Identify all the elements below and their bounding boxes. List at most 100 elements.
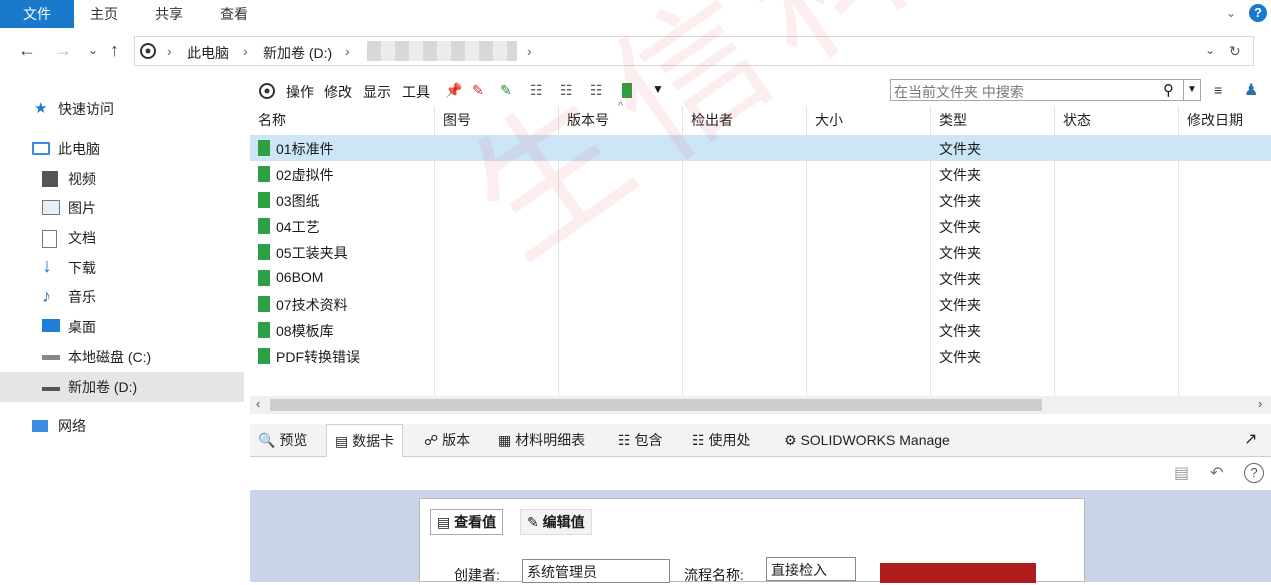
creator-field[interactable]: 系统管理员 <box>522 559 670 583</box>
help-icon[interactable]: ? <box>1249 4 1267 22</box>
recent-chevron-icon[interactable]: ⌄ <box>88 40 98 60</box>
check-out-icon[interactable]: ✎ <box>500 82 512 99</box>
computer-icon <box>32 142 50 155</box>
column-header-version[interactable]: 版本号 <box>567 106 609 134</box>
help-icon[interactable]: ? <box>1244 463 1264 483</box>
file-history-icon[interactable]: ☷ <box>590 82 603 99</box>
more-dropdown-icon[interactable]: ▼ <box>652 82 664 96</box>
tab-where-used[interactable]: ☷ 使用处 <box>692 424 750 456</box>
tab-bill-of-materials[interactable]: ▦ 材料明细表 <box>498 424 585 456</box>
search-placeholder: 在当前文件夹 中搜索 <box>894 84 1024 100</box>
data-card-icon: ▤ <box>335 433 349 449</box>
table-row[interactable]: 01标准件 文件夹 <box>250 135 1271 161</box>
vault-icon[interactable] <box>258 82 276 100</box>
search-file-icon[interactable]: ☷ <box>560 82 573 99</box>
scrollbar-thumb[interactable] <box>270 399 1042 411</box>
column-header-state[interactable]: 状态 <box>1063 106 1091 134</box>
document-icon <box>42 230 57 248</box>
picture-icon <box>42 200 60 215</box>
scroll-right-icon[interactable]: › <box>1258 396 1262 411</box>
workflow-field[interactable]: 直接检入 <box>766 557 856 581</box>
folder-icon <box>258 296 270 312</box>
table-icon: ▦ <box>498 432 512 448</box>
tab-edit-values[interactable]: ✎ 编辑值 <box>520 509 592 535</box>
address-bar[interactable]: › 此电脑 › 新加卷 (D:) › › ⌄ ↻ <box>134 36 1254 66</box>
tree-icon: ☷ <box>692 432 705 448</box>
folder-icon <box>258 348 270 364</box>
folder-icon[interactable] <box>622 83 632 98</box>
up-arrow-icon[interactable]: ↑ <box>110 40 119 60</box>
tab-version[interactable]: ☍ 版本 <box>424 424 470 456</box>
network-icon <box>32 420 48 432</box>
tab-home[interactable]: 主页 <box>90 0 118 28</box>
folder-icon <box>258 244 270 260</box>
tab-file[interactable]: 文件 <box>0 0 74 28</box>
save-icon[interactable]: ▤ <box>1174 463 1189 483</box>
advanced-search-icon[interactable]: ≡ <box>1214 82 1222 98</box>
ribbon: 文件 主页 共享 查看 ⌄ ? <box>0 0 1271 30</box>
folder-icon <box>258 322 270 338</box>
table-row[interactable]: 06BOM 文件夹 <box>250 265 1271 291</box>
forward-arrow-icon[interactable]: → <box>54 40 72 60</box>
back-arrow-icon[interactable]: ← <box>18 40 36 60</box>
column-header-modified-date[interactable]: 修改日期 <box>1187 106 1243 134</box>
horizontal-scrollbar[interactable]: ‹ › <box>250 396 1271 414</box>
table-row[interactable]: 07技术资料 文件夹 <box>250 291 1271 317</box>
drive-icon <box>42 355 60 360</box>
column-header-size[interactable]: 大小 <box>815 106 843 134</box>
logo-image <box>880 563 1036 583</box>
tab-view-values[interactable]: ▤ 查看值 <box>430 509 504 535</box>
search-input[interactable]: 在当前文件夹 中搜索 ⚲ ▼ <box>890 79 1201 101</box>
crumb-sep-icon: › <box>527 43 532 59</box>
table-row[interactable]: 02虚拟件 文件夹 <box>250 161 1271 187</box>
table-row[interactable]: PDF转换错误 文件夹 <box>250 343 1271 369</box>
version-icon: ☍ <box>424 432 439 448</box>
undo-icon[interactable]: ↶ <box>1210 463 1223 483</box>
tab-data-card[interactable]: ▤ 数据卡 <box>326 424 404 457</box>
chevron-down-icon[interactable]: ⌄ <box>1226 6 1236 20</box>
table-row[interactable]: 05工装夹具 文件夹 <box>250 239 1271 265</box>
tab-contains[interactable]: ☷ 包含 <box>618 424 662 456</box>
action-menu[interactable]: 操作 <box>286 82 314 102</box>
star-icon: ★ <box>34 100 48 117</box>
sort-up-icon: ^ <box>618 100 624 112</box>
view-icon: ▤ <box>437 514 451 530</box>
refresh-icon[interactable]: ↻ <box>1229 43 1241 60</box>
copy-tree-icon[interactable]: ☷ <box>530 82 543 99</box>
crumb-this-pc[interactable]: 此电脑 <box>187 43 229 63</box>
modify-menu[interactable]: 修改 <box>324 82 352 102</box>
scroll-left-icon[interactable]: ‹ <box>256 396 260 411</box>
column-header-name[interactable]: 名称 <box>258 106 286 134</box>
tab-share[interactable]: 共享 <box>155 0 183 28</box>
manage-icon: ⚙ <box>784 432 797 448</box>
crumb-sep-icon: › <box>345 43 350 59</box>
folder-icon <box>258 192 270 208</box>
crumb-drive[interactable]: 新加卷 (D:) <box>263 43 332 63</box>
column-header-checked-out-by[interactable]: 检出者 <box>691 106 733 134</box>
table-row[interactable]: 04工艺 文件夹 <box>250 213 1271 239</box>
table-row[interactable]: 03图纸 文件夹 <box>250 187 1271 213</box>
expand-icon[interactable]: ↗ <box>1244 424 1257 456</box>
folder-icon <box>258 270 270 286</box>
tab-solidworks-manage[interactable]: ⚙ SOLIDWORKS Manage <box>784 424 950 456</box>
column-header-type[interactable]: 类型 <box>939 106 967 134</box>
address-dropdown-icon[interactable]: ⌄ <box>1205 43 1215 57</box>
tab-view[interactable]: 查看 <box>220 0 248 28</box>
film-icon <box>42 171 58 187</box>
drive-icon <box>42 387 60 391</box>
get-latest-icon[interactable]: ✎ <box>472 82 484 99</box>
workflow-label: 流程名称: <box>684 567 744 583</box>
crumb-sep-icon: › <box>167 43 172 59</box>
search-icon[interactable]: ⚲ <box>1163 81 1174 99</box>
preview-icon: 🔍 <box>258 432 276 448</box>
user-icon[interactable]: ♟ <box>1244 80 1258 100</box>
tab-preview[interactable]: 🔍 预览 <box>258 424 307 456</box>
folder-icon <box>258 218 270 234</box>
column-header-drawing-no[interactable]: 图号 <box>443 106 471 134</box>
display-menu[interactable]: 显示 <box>363 82 391 102</box>
tools-menu[interactable]: 工具 <box>402 82 430 102</box>
pin-icon[interactable]: 📌 <box>445 82 462 99</box>
preview-tabs: 🔍 预览 ▤ 数据卡 ☍ 版本 ▦ 材料明细表 ☷ 包含 ☷ 使用处 ⚙ SOL… <box>250 424 1271 457</box>
table-row[interactable]: 08模板库 文件夹 <box>250 317 1271 343</box>
search-dropdown-icon[interactable]: ▼ <box>1183 80 1200 100</box>
